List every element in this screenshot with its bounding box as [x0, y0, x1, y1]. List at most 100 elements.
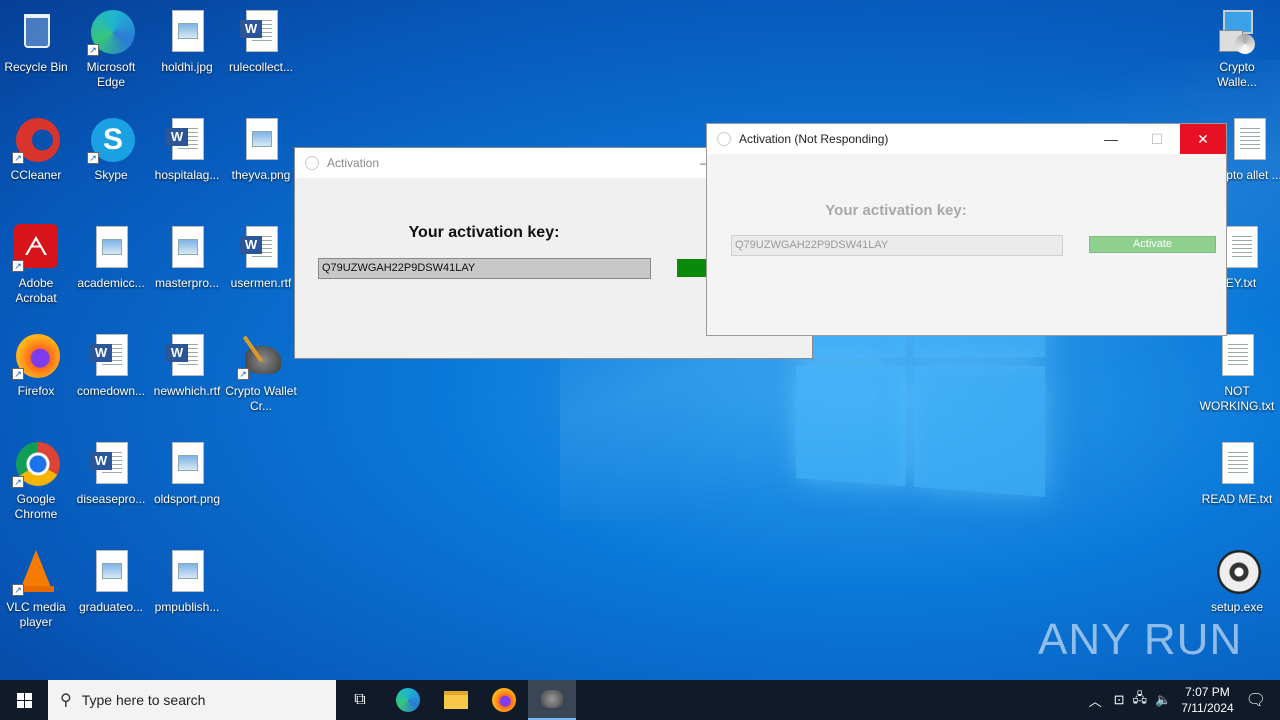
edge-icon [396, 688, 420, 712]
meet-now-icon[interactable]: ⊡ [1114, 692, 1125, 708]
desktop-icon-pmpublish[interactable]: pmpublish... [149, 548, 225, 615]
word-doc-icon: W [87, 332, 135, 380]
recycle-bin-icon [12, 8, 60, 56]
desktop-icon-label: pmpublish... [154, 600, 220, 614]
desktop-icon-not-working[interactable]: NOT WORKING.txt [1199, 332, 1275, 414]
desktop-icon-label: Crypto Wallet Cr... [225, 384, 297, 413]
desktop-icon-label: Skype [94, 168, 128, 182]
word-doc-icon: W [87, 440, 135, 488]
start-button[interactable] [0, 680, 48, 720]
firefox-icon [492, 688, 516, 712]
desktop-icon-label: hospitalag... [154, 168, 220, 182]
desktop-icon-academicc[interactable]: academicc... [73, 224, 149, 291]
text-file-icon [1225, 116, 1273, 164]
folder-icon [444, 691, 468, 709]
desktop-icon-label: Crypto Walle... [1217, 60, 1257, 89]
close-button[interactable]: ✕ [1180, 124, 1226, 154]
maximize-button[interactable]: ☐ [1134, 124, 1180, 154]
notification-icon[interactable]: 🗨 [1246, 690, 1266, 710]
desktop-icon-vlc[interactable]: ↗ VLC media player [0, 548, 74, 630]
desktop-icon-graduateo[interactable]: graduateo... [73, 548, 149, 615]
desktop-icon-label: READ ME.txt [1201, 492, 1273, 506]
firefox-icon: ↗ [12, 332, 60, 380]
desktop-icon-label: CCleaner [10, 168, 62, 182]
desktop-icon-label: Google Chrome [14, 492, 58, 521]
desktop-icon-newwhich[interactable]: W newwhich.rtf [149, 332, 225, 399]
task-view-button[interactable]: ⧉ [336, 680, 384, 720]
window-title: Activation (Not Responding) [739, 132, 889, 146]
desktop-icon-label: masterpro... [154, 276, 220, 290]
desktop-icon-ccleaner[interactable]: ↗ CCleaner [0, 116, 74, 183]
desktop-icon-label: comedown... [76, 384, 146, 398]
image-file-icon [87, 224, 135, 272]
desktop-icon-holdhi[interactable]: holdhi.jpg [149, 8, 225, 75]
chrome-icon: ↗ [12, 440, 60, 488]
word-doc-icon: W [163, 116, 211, 164]
activation-key-field[interactable]: Q79UZWGAH22P9DSW41LAY [731, 235, 1063, 256]
desktop-icon-oldsport[interactable]: oldsport.png [149, 440, 225, 507]
activate-button[interactable]: Activate [1089, 236, 1216, 253]
desktop-icon-chrome[interactable]: ↗ Google Chrome [0, 440, 74, 522]
vlc-icon: ↗ [12, 548, 60, 596]
taskbar-edge[interactable] [384, 680, 432, 720]
taskbar-crypto-wallet-app[interactable] [528, 680, 576, 720]
skype-icon: S ↗ [87, 116, 135, 164]
desktop-icon-recycle-bin[interactable]: Recycle Bin [0, 8, 74, 75]
desktop-icon-label: Recycle Bin [4, 60, 68, 74]
desktop-icon-label: oldsport.png [153, 492, 221, 506]
desktop-icon-label: Firefox [17, 384, 55, 398]
desktop-icon-hospitalag[interactable]: W hospitalag... [149, 116, 225, 183]
windows-start-icon [16, 692, 32, 708]
taskbar-file-explorer[interactable] [432, 680, 480, 720]
desktop-icon-crypto-walle-installer[interactable]: Crypto Walle... [1199, 8, 1275, 90]
chevron-up-icon[interactable]: ︿ [1089, 691, 1102, 710]
window-title: Activation [327, 156, 380, 170]
minimize-button[interactable]: — [1088, 124, 1134, 154]
desktop-icon-firefox[interactable]: ↗ Firefox [0, 332, 74, 399]
desktop-icon-label: newwhich.rtf [153, 384, 221, 398]
text-file-icon [1213, 332, 1261, 380]
desktop-icon-setup-exe[interactable]: setup.exe [1199, 548, 1275, 615]
crypto-wallet-icon [541, 690, 563, 708]
desktop-icon-edge[interactable]: ↗ Microsoft Edge [73, 8, 149, 90]
desktop-icon-label: usermen.rtf [230, 276, 292, 290]
activation-window-not-responding[interactable]: Activation (Not Responding) — ☐ ✕ Your a… [706, 123, 1227, 336]
system-tray: ︿ ⊡ 🖧 🔈 7:07 PM 7/11/2024 🗨 [1089, 680, 1280, 720]
window-titlebar[interactable]: Activation (Not Responding) — ☐ ✕ [707, 124, 1226, 154]
ccleaner-icon: ↗ [12, 116, 60, 164]
desktop-icon-crypto-wallet-cr[interactable]: ↗ Crypto Wallet Cr... [223, 332, 299, 414]
clock[interactable]: 7:07 PM 7/11/2024 [1181, 684, 1234, 716]
desktop-icon-label: rulecollect... [228, 60, 294, 74]
desktop-icon-theyva[interactable]: theyva.png [223, 116, 299, 183]
text-file-icon [1213, 440, 1261, 488]
taskbar-firefox[interactable] [480, 680, 528, 720]
word-doc-icon: W [237, 8, 285, 56]
app-icon [717, 132, 731, 146]
desktop-icon-rulecollect[interactable]: W rulecollect... [223, 8, 299, 75]
desktop-icon-comedown[interactable]: W comedown... [73, 332, 149, 399]
desktop-icon-acrobat[interactable]: ᗅ ↗ Adobe Acrobat [0, 224, 74, 306]
image-file-icon [87, 548, 135, 596]
desktop-icon-masterpro[interactable]: masterpro... [149, 224, 225, 291]
desktop-icon-usermen[interactable]: W usermen.rtf [223, 224, 299, 291]
desktop-icon-label: VLC media player [6, 600, 66, 629]
desktop-icon-label: graduateo... [78, 600, 144, 614]
desktop-icon-read-me[interactable]: READ ME.txt [1199, 440, 1275, 507]
desktop-icon-skype[interactable]: S ↗ Skype [73, 116, 149, 183]
crypto-wallet-icon: ↗ [237, 332, 285, 380]
edge-icon: ↗ [87, 8, 135, 56]
taskbar-search-box[interactable]: ⚲ Type here to search [48, 680, 336, 720]
image-file-icon [163, 224, 211, 272]
activation-key-field[interactable]: Q79UZWGAH22P9DSW41LAY [318, 258, 651, 279]
word-doc-icon: W [237, 224, 285, 272]
desktop-icon-diseasepro[interactable]: W diseasepro... [73, 440, 149, 507]
anyrun-watermark: ANY RUN [1038, 610, 1242, 670]
volume-icon[interactable]: 🔈 [1155, 692, 1171, 708]
desktop-icon-label: Microsoft Edge [86, 60, 136, 89]
clock-date: 7/11/2024 [1181, 701, 1234, 715]
image-file-icon [163, 8, 211, 56]
search-icon: ⚲ [60, 692, 72, 709]
network-icon[interactable]: 🖧 [1133, 689, 1148, 711]
image-file-icon [163, 440, 211, 488]
word-doc-icon: W [163, 332, 211, 380]
